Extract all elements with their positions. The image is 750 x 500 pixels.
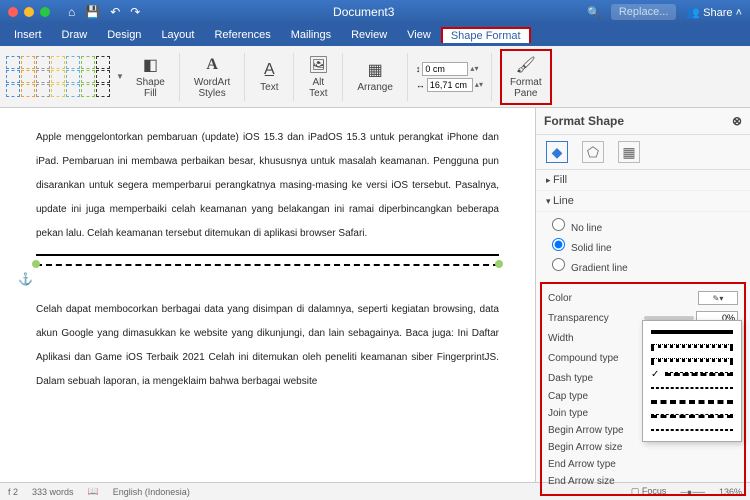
undo-icon[interactable]: ↶ bbox=[110, 5, 120, 19]
width-icon: ↔ bbox=[416, 80, 425, 90]
no-line-radio[interactable]: No line bbox=[552, 216, 734, 236]
dash-option-long-dash[interactable] bbox=[647, 395, 737, 409]
word-count[interactable]: 333 words bbox=[32, 487, 74, 497]
dash-option-solid[interactable] bbox=[647, 325, 737, 339]
maximize-icon[interactable] bbox=[40, 7, 50, 17]
minimize-icon[interactable] bbox=[24, 7, 34, 17]
solid-line[interactable] bbox=[36, 254, 499, 256]
dash-option-square-dot[interactable] bbox=[647, 353, 737, 367]
tab-insert[interactable]: Insert bbox=[4, 26, 52, 44]
dashed-line-shape[interactable] bbox=[36, 264, 499, 266]
alt-text-icon: 🖼 bbox=[308, 55, 328, 75]
tab-layout[interactable]: Layout bbox=[151, 26, 204, 44]
tab-mailings[interactable]: Mailings bbox=[281, 26, 341, 44]
bucket-icon: ◧ bbox=[140, 55, 160, 75]
ribbon: ▼ ◧Shape Fill AWordArt Styles A̲Text 🖼Al… bbox=[0, 46, 750, 108]
end-arrow-type-label: End Arrow type bbox=[548, 459, 616, 470]
close-icon[interactable] bbox=[8, 7, 18, 17]
layout-tab[interactable]: ▦ bbox=[618, 141, 640, 163]
height-input[interactable] bbox=[422, 62, 468, 76]
fill-line-tab[interactable]: ◆ bbox=[546, 141, 568, 163]
line-section[interactable]: Line bbox=[536, 191, 750, 212]
wordart-button[interactable]: AWordArt Styles bbox=[188, 53, 237, 101]
arrange-button[interactable]: ▦Arrange bbox=[351, 58, 399, 95]
dash-option-dash-dot[interactable] bbox=[647, 381, 737, 395]
transparency-label: Transparency bbox=[548, 313, 609, 324]
paragraph: Apple menggelontorkan pembaruan (update)… bbox=[36, 126, 499, 246]
compound-label: Compound type bbox=[548, 353, 619, 364]
text-button[interactable]: A̲Text bbox=[253, 58, 285, 95]
dash-option-long-dash-dot[interactable] bbox=[647, 409, 737, 423]
wordart-icon: A bbox=[202, 55, 222, 75]
dash-label: Dash type bbox=[548, 373, 593, 384]
format-shape-pane: Format Shape ⊗ ◆ ⬠ ▦ Fill Line No line So… bbox=[535, 108, 750, 482]
tab-review[interactable]: Review bbox=[341, 26, 397, 44]
search-input[interactable]: Replace... bbox=[611, 4, 677, 20]
language[interactable]: English (Indonesia) bbox=[113, 487, 190, 497]
height-icon: ↕ bbox=[416, 64, 421, 74]
paragraph: Celah dapat membocorkan berbagai data ya… bbox=[36, 298, 499, 394]
dash-option-dash[interactable] bbox=[647, 367, 737, 381]
text-icon: A̲ bbox=[259, 60, 279, 80]
width-input[interactable] bbox=[427, 78, 473, 92]
spellcheck-icon[interactable]: 📖 bbox=[88, 486, 99, 497]
join-label: Join type bbox=[548, 408, 588, 419]
gradient-line-radio[interactable]: Gradient line bbox=[552, 256, 734, 276]
arrange-icon: ▦ bbox=[365, 60, 385, 80]
save-icon[interactable]: 💾 bbox=[85, 5, 100, 19]
home-icon[interactable]: ⌂ bbox=[68, 5, 75, 19]
begin-arrow-size-label: Begin Arrow size bbox=[548, 442, 622, 453]
ribbon-tabs: Insert Draw Design Layout References Mai… bbox=[0, 24, 750, 46]
share-button[interactable]: 👥 Share ˄ bbox=[686, 6, 742, 19]
search-icon[interactable]: 🔍 bbox=[587, 6, 601, 19]
shape-styles[interactable] bbox=[6, 56, 110, 97]
brush-icon: 🖌 bbox=[516, 55, 536, 75]
window-controls: ⌂ 💾 ↶ ↷ bbox=[8, 5, 140, 19]
fill-section[interactable]: Fill bbox=[536, 170, 750, 191]
line-type-options: No line Solid line Gradient line bbox=[536, 212, 750, 280]
resize-handle-left[interactable] bbox=[32, 260, 40, 268]
end-arrow-size-label: End Arrow size bbox=[548, 476, 615, 487]
cap-label: Cap type bbox=[548, 391, 588, 402]
tab-view[interactable]: View bbox=[397, 26, 441, 44]
format-pane-button[interactable]: 🖌Format Pane bbox=[504, 53, 548, 101]
width-label: Width bbox=[548, 333, 574, 344]
tab-draw[interactable]: Draw bbox=[52, 26, 98, 44]
anchor-icon: ⚓ bbox=[18, 265, 33, 294]
close-pane-icon[interactable]: ⊗ bbox=[732, 114, 742, 128]
effects-tab[interactable]: ⬠ bbox=[582, 141, 604, 163]
dash-option-long-dash-dot-dot[interactable] bbox=[647, 423, 737, 437]
size-controls: ↕▴▾ ↔▴▾ bbox=[416, 62, 483, 92]
tab-references[interactable]: References bbox=[204, 26, 280, 44]
tab-shape-format[interactable]: Shape Format bbox=[441, 27, 531, 43]
color-label: Color bbox=[548, 293, 572, 304]
color-picker[interactable]: ✎▾ bbox=[698, 291, 738, 305]
begin-arrow-type-label: Begin Arrow type bbox=[548, 425, 624, 436]
solid-line-radio[interactable]: Solid line bbox=[552, 236, 734, 256]
dash-type-menu bbox=[642, 320, 742, 442]
resize-handle-right[interactable] bbox=[495, 260, 503, 268]
tab-design[interactable]: Design bbox=[97, 26, 151, 44]
page-count[interactable]: f 2 bbox=[8, 487, 18, 497]
shape-fill-button[interactable]: ◧Shape Fill bbox=[130, 53, 171, 101]
document-area[interactable]: Apple menggelontorkan pembaruan (update)… bbox=[0, 108, 535, 482]
document-title: Document3 bbox=[140, 5, 587, 19]
pane-title: Format Shape bbox=[544, 114, 624, 128]
alt-text-button[interactable]: 🖼Alt Text bbox=[302, 53, 334, 101]
dash-option-round-dot[interactable] bbox=[647, 339, 737, 353]
redo-icon[interactable]: ↷ bbox=[130, 5, 140, 19]
chevron-down-icon[interactable]: ▼ bbox=[116, 72, 124, 81]
titlebar: ⌂ 💾 ↶ ↷ Document3 🔍 Replace... 👥 Share ˄ bbox=[0, 0, 750, 24]
